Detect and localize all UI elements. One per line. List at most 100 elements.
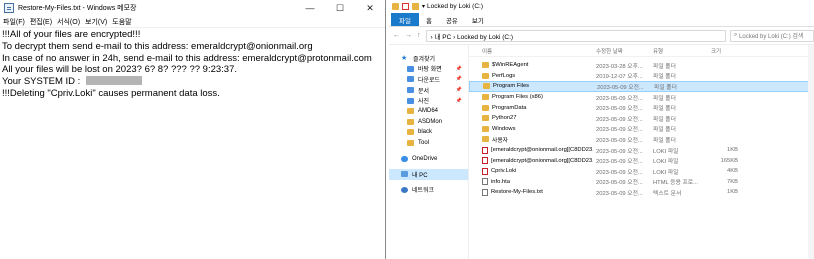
nav-item-label: OneDrive: [412, 155, 438, 162]
nav-item[interactable]: 문서 📌: [389, 85, 468, 96]
loki-file-icon: [482, 157, 488, 165]
file-name: Cpriv.Loki: [491, 168, 517, 175]
tab-view[interactable]: 보기: [465, 13, 491, 26]
folder-icon: [407, 118, 414, 125]
explorer-window: ▾ Locked by Loki (C:) 파일 홈 공유 보기 ← → ↑ ›…: [389, 0, 814, 259]
file-row[interactable]: Program Files (x86) 2023-05-09 오전... 파일 폴더: [469, 92, 814, 103]
file-name-cell: ProgramData: [469, 104, 593, 111]
nav-item-label: AMD64: [418, 108, 439, 115]
forward-icon[interactable]: →: [405, 32, 412, 39]
navigation-pane: ★ 즐겨찾기 바탕 화면 📌 다운로드 📌 문서 📌 사진 📌 AMD64 ASDMon black To…: [389, 45, 469, 259]
column-name[interactable]: 이름: [469, 47, 593, 55]
up-icon[interactable]: ↑: [417, 32, 421, 39]
folder-icon: [483, 83, 490, 90]
file-name: Restore-My-Files.txt: [491, 189, 543, 196]
address-path: › 내 PC › Locked by Loki (C:): [430, 33, 514, 41]
file-type: 파일 폴더: [653, 63, 676, 70]
folder-icon: [407, 108, 414, 115]
file-row[interactable]: Windows 2023-05-09 오전... 파일 폴더: [469, 124, 814, 135]
file-name-cell: [emeraldcrypt@onionmail.org][C8DD23...: [469, 146, 593, 154]
nav-item[interactable]: AMD64: [389, 106, 468, 117]
file-name-cell: Python27: [469, 115, 593, 122]
file-row[interactable]: Restore-My-Files.txt 2023-05-09 오전... 텍스트 …: [469, 187, 814, 198]
file-type: 텍스트 문서: [653, 190, 682, 197]
file-name: PerfLogs: [492, 72, 516, 79]
note-line-5: Your SYSTEM ID :: [2, 76, 383, 88]
nav-item[interactable]: Tool: [389, 138, 468, 149]
tab-share[interactable]: 공유: [439, 13, 465, 26]
pin-icon: 📌: [455, 76, 462, 83]
file-date: 2019-12-07 오후...: [596, 74, 643, 81]
maximize-button[interactable]: ☐: [325, 0, 355, 16]
close-button[interactable]: ✕: [355, 0, 385, 16]
notepad-titlebar[interactable]: Restore-My-Files.txt - Windows 메모장 — ☐ ✕: [0, 0, 385, 16]
nav-item[interactable]: 내 PC: [389, 168, 468, 180]
menu-file[interactable]: 파일(F): [3, 17, 25, 27]
file-row[interactable]: 사용자 2023-05-09 오전... 파일 폴더: [469, 134, 814, 145]
nav-item[interactable]: 바탕 화면 📌: [389, 64, 468, 75]
desktop-icon: [407, 65, 414, 72]
file-type: 파일 폴더: [653, 95, 676, 102]
file-row[interactable]: ProgramData 2023-05-09 오전... 파일 폴더: [469, 102, 814, 113]
minimize-button[interactable]: —: [295, 0, 325, 16]
file-type: 파일 폴더: [654, 84, 677, 91]
folder-icon: [482, 125, 489, 132]
network-icon: [401, 186, 408, 193]
notepad-window: Restore-My-Files.txt - Windows 메모장 — ☐ ✕…: [0, 0, 386, 259]
explorer-titlebar[interactable]: ▾ Locked by Loki (C:): [389, 0, 814, 13]
nav-item[interactable]: OneDrive: [389, 153, 468, 164]
file-type: 파일 폴더: [653, 116, 676, 123]
menu-help[interactable]: 도움말: [112, 17, 131, 27]
documents-icon: [407, 87, 414, 94]
quick-access-dropdown-icon[interactable]: ▾: [422, 3, 425, 10]
file-name-cell: Program Files (x86): [469, 94, 593, 101]
column-date[interactable]: 수정한 날짜: [593, 47, 650, 55]
nav-item[interactable]: 네트워크: [389, 185, 468, 196]
file-row[interactable]: Python27 2023-05-09 오전... 파일 폴더: [469, 113, 814, 124]
file-size: 165KB: [720, 157, 738, 164]
nav-item[interactable]: 다운로드 📌: [389, 74, 468, 85]
menu-format[interactable]: 서식(O): [57, 17, 80, 27]
file-type: HTML 응용 프로...: [653, 180, 698, 187]
file-type: 파일 폴더: [653, 127, 676, 134]
file-date: 2023-05-09 오전...: [596, 106, 643, 113]
download-icon: [407, 76, 414, 83]
file-date: 2023-05-09 오전...: [597, 84, 644, 91]
note-line-3: In case of no answer in 24h, send e-mail…: [2, 52, 372, 64]
explorer-title: Locked by Loki (C:): [427, 3, 484, 10]
file-date: 2023-03-28 오후...: [596, 63, 643, 70]
nav-item[interactable]: ★ 즐겨찾기: [389, 53, 468, 64]
properties-icon[interactable]: [402, 3, 409, 10]
column-type[interactable]: 유형: [650, 47, 708, 55]
file-row[interactable]: $WinREAgent 2023-03-28 오후... 파일 폴더: [469, 60, 814, 71]
nav-item[interactable]: black: [389, 127, 468, 138]
file-type: 파일 폴더: [653, 106, 676, 113]
notepad-title: Restore-My-Files.txt - Windows 메모장: [18, 5, 137, 12]
menu-view[interactable]: 보기(V): [85, 17, 107, 27]
note-line-2: To decrypt them send e-mail to this addr…: [2, 40, 313, 52]
file-row[interactable]: info.hta 2023-05-09 오전... HTML 응용 프로... 7KB: [469, 177, 814, 188]
menu-edit[interactable]: 편집(E): [30, 17, 52, 27]
file-row[interactable]: PerfLogs 2019-12-07 오후... 파일 폴더: [469, 71, 814, 82]
file-row[interactable]: [emeraldcrypt@onionmail.org][C8DD23... 20…: [469, 155, 814, 166]
search-placeholder: Locked by Loki (C:) 검색: [739, 34, 804, 40]
file-date: 2023-05-09 오전...: [596, 148, 643, 155]
notepad-text-area[interactable]: !!!All of your files are encrypted!!! To …: [0, 28, 385, 101]
address-input[interactable]: › 내 PC › Locked by Loki (C:): [425, 29, 726, 42]
tab-home[interactable]: 홈: [419, 13, 439, 26]
column-size[interactable]: 크기: [708, 47, 738, 55]
vertical-scrollbar[interactable]: [808, 45, 814, 259]
file-row[interactable]: Cpriv.Loki 2023-05-09 오전... LOKI 파일 4KB: [469, 166, 814, 177]
notepad-app-icon: [4, 3, 14, 13]
file-row[interactable]: [emeraldcrypt@onionmail.org][C8DD23... 20…: [469, 145, 814, 156]
note-line-1: !!!All of your files are encrypted!!!: [2, 29, 141, 40]
address-bar-row: ← → ↑ › 내 PC › Locked by Loki (C:) ⌕ Loc…: [389, 27, 814, 45]
new-folder-icon[interactable]: [412, 3, 419, 10]
nav-item[interactable]: ASDMon: [389, 117, 468, 128]
file-row[interactable]: Program Files 2023-05-09 오전... 파일 폴더: [469, 81, 814, 92]
back-icon[interactable]: ←: [393, 32, 400, 39]
search-input[interactable]: ⌕ Locked by Loki (C:) 검색: [730, 29, 814, 42]
nav-item-label: ASDMon: [418, 118, 443, 125]
nav-item[interactable]: 사진 📌: [389, 95, 468, 106]
tab-file[interactable]: 파일: [391, 13, 419, 26]
